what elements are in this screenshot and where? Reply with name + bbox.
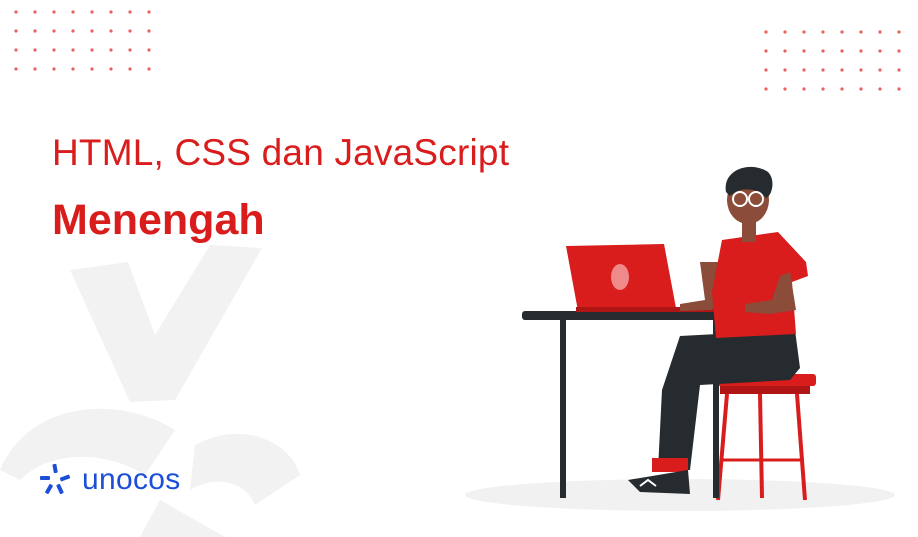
decorative-dot bbox=[878, 87, 882, 91]
decorative-dot bbox=[71, 67, 75, 71]
decorative-dot bbox=[90, 48, 94, 52]
decorative-dot bbox=[147, 67, 151, 71]
decorative-dot bbox=[52, 67, 56, 71]
decorative-dot bbox=[52, 10, 56, 14]
person-working-on-laptop-icon bbox=[465, 166, 895, 511]
decorative-dot bbox=[878, 30, 882, 34]
decorative-dot bbox=[52, 48, 56, 52]
decorative-dot bbox=[147, 29, 151, 33]
decorative-dot bbox=[109, 48, 113, 52]
decorative-dot bbox=[897, 87, 901, 91]
decorative-dot bbox=[897, 30, 901, 34]
decorative-dot bbox=[802, 30, 806, 34]
decorative-dot bbox=[878, 68, 882, 72]
decorative-dot bbox=[128, 67, 132, 71]
decorative-dot bbox=[840, 68, 844, 72]
decorative-dot bbox=[33, 29, 37, 33]
decorative-dot bbox=[128, 48, 132, 52]
decorative-dot bbox=[52, 29, 56, 33]
decorative-dot bbox=[802, 68, 806, 72]
decorative-dot bbox=[878, 49, 882, 53]
decorative-dot bbox=[71, 29, 75, 33]
decorative-dot bbox=[33, 10, 37, 14]
decorative-dot bbox=[764, 49, 768, 53]
decorative-dot bbox=[802, 87, 806, 91]
decorative-dot bbox=[109, 29, 113, 33]
decorative-dot bbox=[90, 10, 94, 14]
brand-logo: unocos bbox=[38, 462, 181, 498]
decorative-dot bbox=[821, 49, 825, 53]
dot-grid-decoration bbox=[14, 10, 151, 71]
course-level: Menengah bbox=[52, 196, 265, 244]
decorative-dot bbox=[783, 30, 787, 34]
decorative-dot bbox=[859, 68, 863, 72]
decorative-dot bbox=[783, 49, 787, 53]
decorative-dot bbox=[897, 68, 901, 72]
brand-name: unocos bbox=[82, 463, 181, 496]
decorative-dot bbox=[14, 67, 18, 71]
decorative-dot bbox=[764, 30, 768, 34]
decorative-dot bbox=[128, 29, 132, 33]
decorative-dot bbox=[840, 30, 844, 34]
decorative-dot bbox=[859, 87, 863, 91]
decorative-dot bbox=[840, 87, 844, 91]
decorative-dot bbox=[840, 49, 844, 53]
decorative-dot bbox=[859, 49, 863, 53]
decorative-dot bbox=[897, 49, 901, 53]
decorative-dot bbox=[14, 10, 18, 14]
unocos-spark-icon bbox=[40, 463, 71, 495]
decorative-dot bbox=[783, 87, 787, 91]
decorative-dot bbox=[802, 49, 806, 53]
decorative-dot bbox=[764, 87, 768, 91]
decorative-dot bbox=[147, 48, 151, 52]
decorative-dot bbox=[764, 68, 768, 72]
decorative-dot bbox=[14, 48, 18, 52]
course-banner: HTML, CSS dan JavaScript Menengah unocos bbox=[0, 0, 918, 537]
decorative-dot bbox=[90, 67, 94, 71]
decorative-dot bbox=[821, 30, 825, 34]
decorative-dot bbox=[109, 67, 113, 71]
decorative-dot bbox=[33, 48, 37, 52]
decorative-dot bbox=[859, 30, 863, 34]
decorative-dot bbox=[128, 10, 132, 14]
decorative-dot bbox=[109, 10, 113, 14]
decorative-dot bbox=[71, 48, 75, 52]
decorative-dot bbox=[71, 10, 75, 14]
dot-grid-decoration bbox=[764, 30, 901, 91]
decorative-dot bbox=[821, 68, 825, 72]
decorative-dot bbox=[783, 68, 787, 72]
decorative-dot bbox=[147, 10, 151, 14]
decorative-dot bbox=[33, 67, 37, 71]
decorative-dot bbox=[90, 29, 94, 33]
decorative-dot bbox=[821, 87, 825, 91]
decorative-dot bbox=[14, 29, 18, 33]
